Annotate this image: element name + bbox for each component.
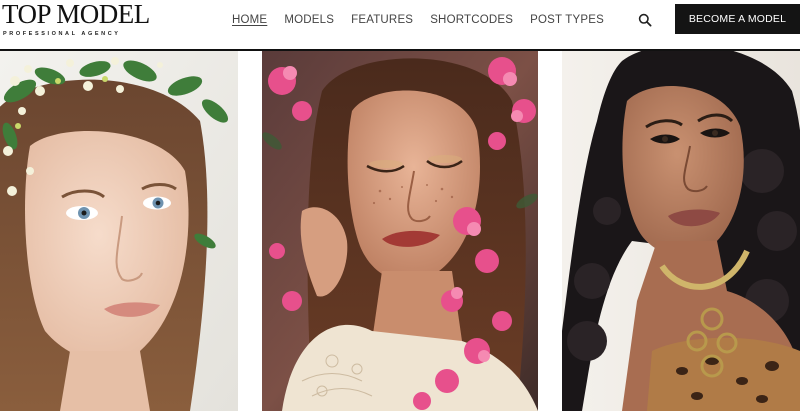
model-gallery bbox=[0, 51, 800, 411]
become-a-model-button[interactable]: BECOME A MODEL bbox=[675, 4, 800, 34]
model-portrait-flower-crown bbox=[0, 51, 238, 411]
logo-title: TOP MODEL bbox=[2, 0, 150, 29]
model-card-2[interactable] bbox=[262, 51, 538, 411]
logo-tagline: PROFESSIONAL AGENCY bbox=[3, 31, 121, 37]
nav-item-models[interactable]: MODELS bbox=[284, 14, 334, 26]
nav-item-shortcodes[interactable]: SHORTCODES bbox=[430, 14, 513, 26]
model-card-1[interactable] bbox=[0, 51, 238, 411]
model-portrait-pink-blossoms bbox=[262, 51, 538, 411]
main-navigation: HOME MODELS FEATURES SHORTCODES POST TYP… bbox=[232, 12, 621, 28]
search-icon[interactable] bbox=[638, 13, 652, 27]
nav-item-post-types[interactable]: POST TYPES bbox=[530, 14, 604, 26]
site-logo[interactable]: TOP MODEL PROFESSIONAL AGENCY bbox=[2, 1, 172, 41]
model-card-3[interactable] bbox=[562, 51, 800, 411]
model-portrait-dark-curly-hair bbox=[562, 51, 800, 411]
nav-item-features[interactable]: FEATURES bbox=[351, 14, 413, 26]
site-header: TOP MODEL PROFESSIONAL AGENCY HOME MODEL… bbox=[0, 0, 800, 44]
nav-item-home[interactable]: HOME bbox=[232, 14, 267, 26]
